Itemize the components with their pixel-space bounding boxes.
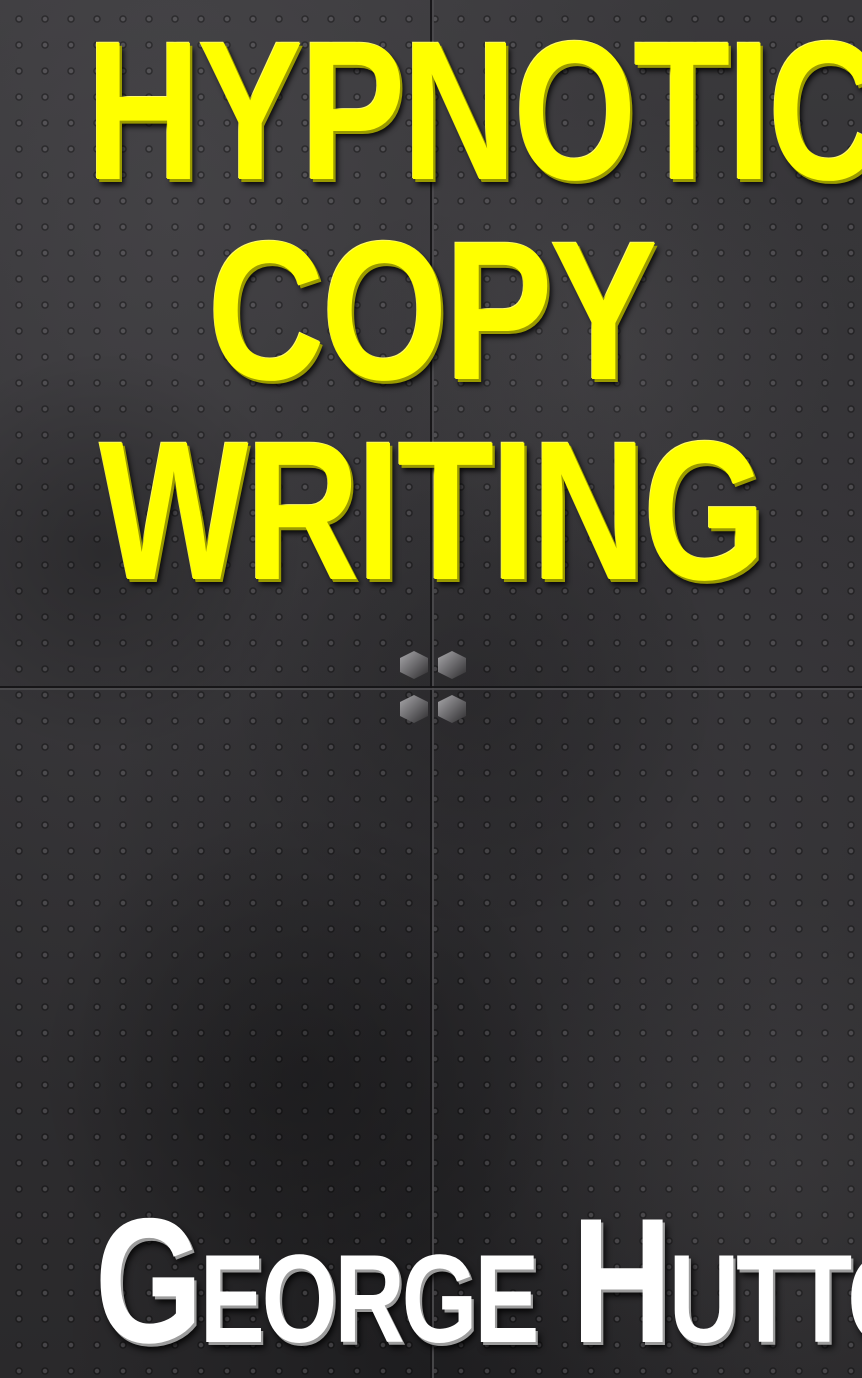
title-line-3: WRITING — [99, 400, 766, 621]
horizontal-plate-seam — [0, 686, 862, 690]
title-line-1: HYPNOTIC — [86, 0, 862, 221]
title-line-2: COPY — [207, 200, 657, 421]
author-name: George Hutton — [94, 1181, 862, 1378]
book-cover: HYPNOTIC COPY WRITING George Hutton — [0, 0, 862, 1378]
